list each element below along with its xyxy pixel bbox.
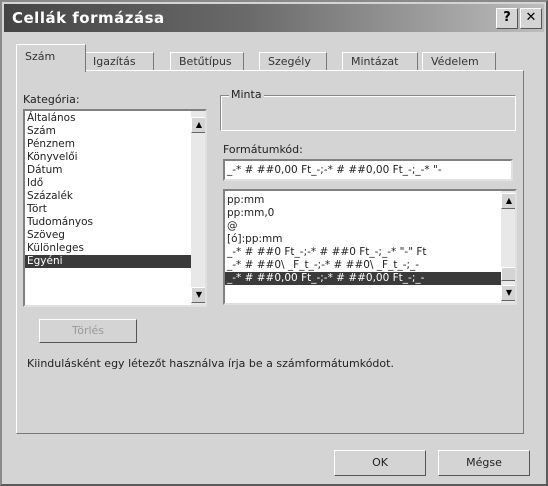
category-item-selected[interactable]: Egyéni bbox=[25, 255, 205, 268]
sample-group: Minta bbox=[220, 88, 516, 131]
format-code-item[interactable]: _-* # ##0 Ft_-;-* # ##0 Ft_-;_-* "-" Ft bbox=[225, 246, 515, 259]
scroll-up-icon[interactable]: ▲ bbox=[501, 193, 515, 209]
category-item[interactable]: Pénznem bbox=[25, 138, 205, 151]
format-code-item[interactable]: [ó]:pp:mm bbox=[225, 233, 515, 246]
tab-mintazat[interactable]: Mintázat bbox=[342, 52, 418, 71]
format-code-label: Formátumkód: bbox=[223, 143, 303, 156]
window-title: Cellák formázása bbox=[12, 9, 165, 27]
scroll-down-icon[interactable]: ▼ bbox=[191, 287, 205, 303]
format-code-item[interactable]: pp:mm bbox=[225, 194, 515, 207]
category-scrollbar[interactable]: ▲ ▼ bbox=[191, 111, 205, 305]
scroll-thumb[interactable] bbox=[501, 267, 515, 281]
tab-panel-szam: Kategória: Általános Szám Pénznem Könyve… bbox=[16, 70, 524, 434]
format-code-item-selected[interactable]: _-* # ##0,00 Ft_-;-* # ##0,00 Ft_-;_- bbox=[225, 272, 515, 285]
format-code-input[interactable]: _-* # ##0,00 Ft_-;-* # ##0,00 Ft_-;_-* "… bbox=[223, 159, 513, 181]
category-item[interactable]: Idő bbox=[25, 177, 205, 190]
scroll-down-icon[interactable]: ▼ bbox=[501, 285, 515, 301]
sample-label: Minta bbox=[229, 88, 264, 101]
cancel-button[interactable]: Mégse bbox=[438, 450, 530, 476]
tab-igazitas[interactable]: Igazítás bbox=[84, 52, 154, 71]
category-item[interactable]: Dátum bbox=[25, 164, 205, 177]
category-label: Kategória: bbox=[23, 93, 80, 106]
category-item[interactable]: Különleges bbox=[25, 242, 205, 255]
tab-strip: Szám Igazítás Betűtípus Szegély Mintázat… bbox=[16, 44, 522, 72]
format-code-item[interactable]: @ bbox=[225, 220, 515, 233]
category-item[interactable]: Általános bbox=[25, 112, 205, 125]
close-button[interactable]: ✕ bbox=[520, 8, 542, 29]
category-item[interactable]: Könyvelői bbox=[25, 151, 205, 164]
tab-vedelem[interactable]: Védelem bbox=[422, 52, 496, 71]
category-listbox[interactable]: Általános Szám Pénznem Könyvelői Dátum I… bbox=[23, 109, 207, 307]
tab-szam[interactable]: Szám bbox=[16, 44, 86, 72]
category-item[interactable]: Százalék bbox=[25, 190, 205, 203]
help-button[interactable]: ? bbox=[496, 8, 518, 29]
category-item[interactable]: Tört bbox=[25, 203, 205, 216]
ok-button[interactable]: OK bbox=[334, 450, 426, 476]
format-code-item[interactable]: pp:mm,0 bbox=[225, 207, 515, 220]
tab-szegely[interactable]: Szegély bbox=[259, 52, 327, 71]
format-cells-dialog: Cellák formázása ? ✕ Szám Igazítás Betűt… bbox=[0, 0, 548, 486]
format-code-scrollbar[interactable]: ▲ ▼ bbox=[501, 191, 515, 303]
category-item[interactable]: Szám bbox=[25, 125, 205, 138]
category-item[interactable]: Szöveg bbox=[25, 229, 205, 242]
format-code-item[interactable]: _-* # ##0\ _F_t_-;-* # ##0\ _F_t_-;_- bbox=[225, 259, 515, 272]
delete-button[interactable]: Törlés bbox=[39, 319, 137, 343]
title-bar[interactable]: Cellák formázása ? ✕ bbox=[4, 4, 544, 32]
format-code-listbox[interactable]: pp:mm pp:mm,0 @ [ó]:pp:mm _-* # ##0 Ft_-… bbox=[223, 189, 517, 305]
scroll-up-icon[interactable]: ▲ bbox=[191, 117, 205, 133]
category-item[interactable]: Tudományos bbox=[25, 216, 205, 229]
tab-betutipus[interactable]: Betűtípus bbox=[170, 52, 244, 71]
hint-text: Kiindulásként egy létezőt használva írja… bbox=[27, 357, 394, 370]
